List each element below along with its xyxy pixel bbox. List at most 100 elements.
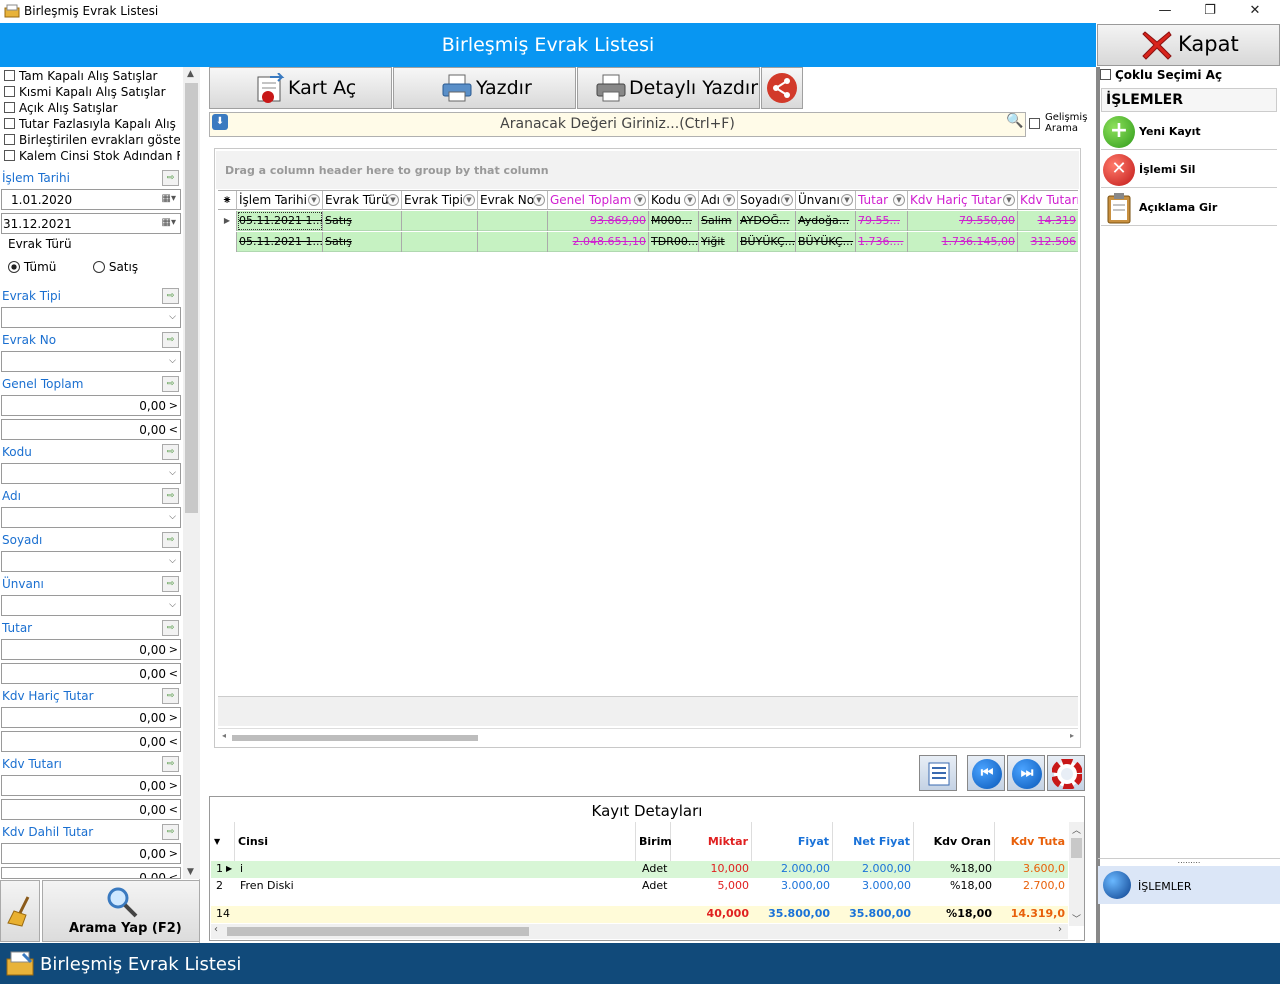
radio-satis[interactable]: Satış [93, 260, 138, 274]
clear-filters-button[interactable] [0, 880, 40, 942]
last-record-button[interactable]: ⏭ [1007, 755, 1045, 791]
aciklama-gir-button[interactable]: Açıklama Gir [1101, 190, 1277, 226]
col-kdv-haric-tutar[interactable]: Kdv Hariç Tutar ▼ [908, 191, 1018, 210]
table-row[interactable]: ▶ 05.11.2021 1... Satış 93.869,00 M000..… [218, 211, 1078, 231]
cell-soyadi[interactable]: BÜYÜKÇ... [738, 232, 796, 252]
cell-kdv-tutari[interactable]: 312.506 [1018, 232, 1078, 252]
coklu-secim-checkbox[interactable]: Çoklu Seçimi Aç [1098, 68, 1278, 86]
yazdir-button[interactable]: Yazdır [393, 67, 576, 109]
filter-toggle-icon[interactable]: ⇨ [162, 332, 179, 348]
search-icon[interactable]: 🔍 [1006, 113, 1023, 129]
cell-adi[interactable]: Yiğit [699, 232, 738, 252]
unvani-select[interactable]: ⌵ [1, 595, 181, 616]
dcol-cinsi[interactable]: Cinsi [235, 822, 636, 862]
filter-toggle-icon[interactable]: ⇨ [162, 488, 179, 504]
minimize-button[interactable]: — [1142, 0, 1188, 23]
kdv-tutari-min[interactable]: 0,00 > [1, 775, 181, 796]
filter-toggle-icon[interactable]: ⇨ [162, 170, 179, 186]
cell-evrak-no[interactable] [478, 232, 548, 252]
cell-evrak-turu[interactable]: Satış [323, 232, 402, 252]
col-evrak-tipi[interactable]: Evrak Tipi ▼ [402, 191, 478, 210]
filter-checkbox-2[interactable]: Açık Alış Satışlar [4, 101, 180, 117]
cell-evrak-tipi[interactable] [402, 211, 478, 231]
cell-islem-tarihi[interactable]: 05.11.2021 1... [237, 232, 323, 252]
col-soyadi[interactable]: Soyadı ▼ [738, 191, 796, 210]
kdv-haric-max[interactable]: 0,00 < [1, 731, 181, 752]
dcol-kdv-tutari[interactable]: Kdv Tuta [995, 822, 1068, 862]
filter-toggle-icon[interactable]: ⇨ [162, 532, 179, 548]
filter-toggle-icon[interactable]: ⇨ [162, 288, 179, 304]
tutar-max[interactable]: 0,00 < [1, 663, 181, 684]
cell-tutar[interactable]: 79.55... [856, 211, 908, 231]
cell-evrak-turu[interactable]: Satış [323, 211, 402, 231]
tutar-min[interactable]: 0,00 > [1, 639, 181, 660]
cell-unvani[interactable]: BÜYÜKÇ... [796, 232, 856, 252]
dcol-miktar[interactable]: Miktar [671, 822, 752, 862]
kdv-tutari-max[interactable]: 0,00 < [1, 799, 181, 820]
filter-toggle-icon[interactable]: ⇨ [162, 444, 179, 460]
col-islem-tarihi[interactable]: İşlem Tarihi ▼ [237, 191, 323, 210]
cell-genel-toplam[interactable]: 93.869,00 [548, 211, 649, 231]
dcol-net-fiyat[interactable]: Net Fiyat [833, 822, 914, 862]
cell-evrak-no[interactable] [478, 211, 548, 231]
kapat-button[interactable]: Kapat [1097, 24, 1280, 66]
evrak-tipi-select[interactable]: ⌵ [1, 307, 181, 328]
filter-checkbox-4[interactable]: Birleştirilen evrakları göster [4, 133, 180, 149]
genel-toplam-min[interactable]: 0,00 > [1, 395, 181, 416]
filter-toggle-icon[interactable]: ⇨ [162, 620, 179, 636]
col-evrak-no[interactable]: Evrak No ▼ [478, 191, 548, 210]
kdv-dahil-min[interactable]: 0,00 > [1, 843, 181, 864]
cell-adi[interactable]: Salim [699, 211, 738, 231]
col-tutar[interactable]: Tutar ▼ [856, 191, 908, 210]
soyadi-select[interactable]: ⌵ [1, 551, 181, 572]
first-record-button[interactable]: ⏮ [967, 755, 1005, 791]
kodu-select[interactable]: ⌵ [1, 463, 181, 484]
date-from-input[interactable]: 1.01.2020 ▦▾ [1, 189, 181, 210]
kart-ac-button[interactable]: Kart Aç [209, 67, 392, 109]
details-hscrollbar[interactable]: ‹ › [211, 924, 1068, 939]
detail-row[interactable]: 1 ▶ i Adet 10,000 2.000,00 2.000,00 %18,… [211, 861, 1068, 878]
col-evrak-turu[interactable]: Evrak Türü ▼ [323, 191, 402, 210]
arama-yap-button[interactable]: Arama Yap (F2) [42, 880, 200, 942]
islemi-sil-button[interactable]: ✕ İşlemi Sil [1101, 152, 1277, 188]
dcol-kdv-oran[interactable]: Kdv Oran [914, 822, 995, 862]
help-button[interactable] [1047, 755, 1085, 791]
col-kdv-tutari[interactable]: Kdv Tutarı [1018, 191, 1078, 210]
cell-unvani[interactable]: Aydoğa... [796, 211, 856, 231]
search-options-icon[interactable]: ⬇ [212, 114, 228, 130]
detail-row[interactable]: 2 Fren Diski Adet 5,000 3.000,00 3.000,0… [211, 878, 1068, 895]
cell-tutar[interactable]: 1.736.... [856, 232, 908, 252]
kdv-haric-min[interactable]: 0,00 > [1, 707, 181, 728]
yeni-kayit-button[interactable]: + Yeni Kayıt [1101, 114, 1277, 150]
restore-button[interactable]: ❐ [1187, 0, 1233, 23]
filter-checkbox-5[interactable]: Kalem Cinsi Stok Adından Fa [4, 149, 180, 165]
cell-evrak-tipi[interactable] [402, 232, 478, 252]
filter-checkbox-0[interactable]: Tam Kapalı Alış Satışlar [4, 69, 180, 85]
col-kodu[interactable]: Kodu ▼ [649, 191, 699, 210]
col-genel-toplam[interactable]: Genel Toplam ▼ [548, 191, 649, 210]
list-view-button[interactable] [919, 755, 957, 791]
filter-checkbox-3[interactable]: Tutar Fazlasıyla Kapalı Alış S [4, 117, 180, 133]
evrak-no-select[interactable]: ⌵ [1, 351, 181, 372]
splitter-handle[interactable]: ......... [1098, 857, 1280, 865]
islemler-nav-item[interactable]: İŞLEMLER [1098, 866, 1280, 904]
gelismis-arama-checkbox[interactable]: Gelişmiş Arama [1029, 112, 1089, 140]
date-to-input[interactable]: 31.12.2021 ▦▾ [1, 213, 181, 234]
grid-hscrollbar[interactable]: ◂ ▸ [218, 728, 1078, 745]
cell-kodu[interactable]: TDR00... [649, 232, 699, 252]
dcol-birim[interactable]: Birim [636, 822, 672, 862]
cell-islem-tarihi[interactable]: 05.11.2021 1... [237, 211, 323, 231]
details-vscrollbar[interactable]: ︿ ﹀ [1069, 822, 1084, 926]
cell-genel-toplam[interactable]: 2.048.651,10 [548, 232, 649, 252]
table-row[interactable]: 05.11.2021 1... Satış 2.048.651,10 TDR00… [218, 232, 1078, 252]
col-adi[interactable]: Adı ▼ [699, 191, 738, 210]
filter-toggle-icon[interactable]: ⇨ [162, 688, 179, 704]
filter-toggle-icon[interactable]: ⇨ [162, 824, 179, 840]
dcol-fiyat[interactable]: Fiyat [752, 822, 833, 862]
cell-kdv-haric[interactable]: 1.736.145,00 [908, 232, 1018, 252]
kdv-dahil-max[interactable]: 0.00 < [1, 867, 181, 879]
search-input[interactable]: Aranacak Değeri Giriniz...(Ctrl+F) [209, 112, 1026, 137]
col-unvani[interactable]: Ünvanı ▼ [796, 191, 856, 210]
cell-kodu[interactable]: M000... [649, 211, 699, 231]
group-panel[interactable]: Drag a column header here to group by th… [216, 151, 1079, 189]
